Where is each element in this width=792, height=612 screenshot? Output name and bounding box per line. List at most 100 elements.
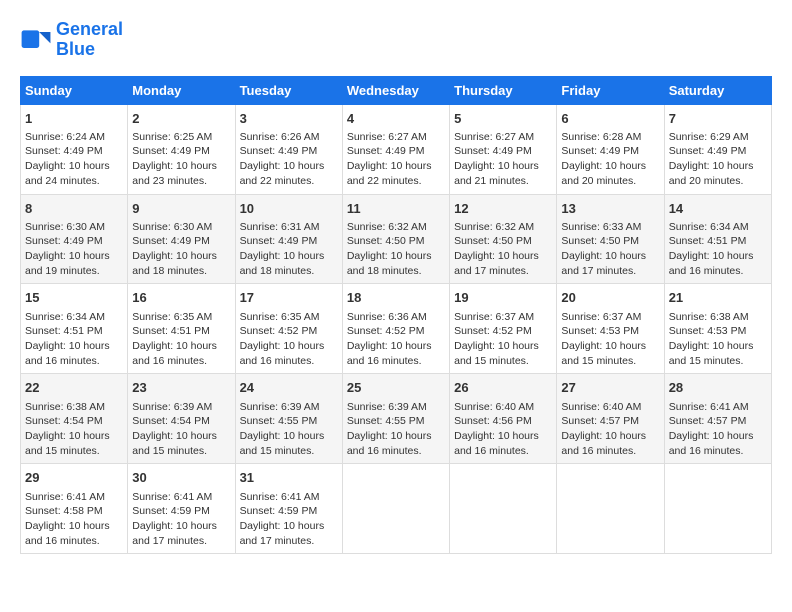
logo: General Blue xyxy=(20,20,123,60)
column-header-sunday: Sunday xyxy=(21,76,128,104)
day-number: 15 xyxy=(25,289,123,307)
week-row-2: 8 Sunrise: 6:30 AMSunset: 4:49 PMDaylight… xyxy=(21,194,772,284)
week-row-1: 1 Sunrise: 6:24 AMSunset: 4:49 PMDaylight… xyxy=(21,104,772,194)
calendar-cell xyxy=(557,464,664,554)
calendar-cell: 30 Sunrise: 6:41 AMSunset: 4:59 PMDayligh… xyxy=(128,464,235,554)
day-info: Sunrise: 6:34 AMSunset: 4:51 PMDaylight:… xyxy=(669,220,767,279)
calendar-cell: 26Sunrise: 6:40 AMSunset: 4:56 PMDayligh… xyxy=(450,374,557,464)
calendar-cell: 24 Sunrise: 6:39 AMSunset: 4:55 PMDayligh… xyxy=(235,374,342,464)
calendar-cell: 8 Sunrise: 6:30 AMSunset: 4:49 PMDaylight… xyxy=(21,194,128,284)
day-info: Sunrise: 6:27 AMSunset: 4:49 PMDaylight:… xyxy=(347,130,445,189)
day-number: 10 xyxy=(240,200,338,218)
day-info: Sunrise: 6:39 AMSunset: 4:55 PMDaylight:… xyxy=(347,400,445,459)
calendar-cell: 11 Sunrise: 6:32 AMSunset: 4:50 PMDayligh… xyxy=(342,194,449,284)
day-number: 4 xyxy=(347,110,445,128)
day-number: 18 xyxy=(347,289,445,307)
day-number: 29 xyxy=(25,469,123,487)
calendar-cell: 10Sunrise: 6:31 AMSunset: 4:49 PMDayligh… xyxy=(235,194,342,284)
calendar-cell: 19 Sunrise: 6:37 AMSunset: 4:52 PMDayligh… xyxy=(450,284,557,374)
column-header-monday: Monday xyxy=(128,76,235,104)
day-info: Sunrise: 6:40 AMSunset: 4:56 PMDaylight:… xyxy=(454,400,552,459)
calendar-cell: 17 Sunrise: 6:35 AMSunset: 4:52 PMDayligh… xyxy=(235,284,342,374)
day-number: 31 xyxy=(240,469,338,487)
header-row: SundayMondayTuesdayWednesdayThursdayFrid… xyxy=(21,76,772,104)
calendar-cell: 6Sunrise: 6:28 AMSunset: 4:49 PMDaylight… xyxy=(557,104,664,194)
day-info: Sunrise: 6:29 AMSunset: 4:49 PMDaylight:… xyxy=(669,130,767,189)
day-info: Sunrise: 6:41 AMSunset: 4:59 PMDaylight:… xyxy=(240,490,338,549)
day-number: 14 xyxy=(669,200,767,218)
day-info: Sunrise: 6:25 AMSunset: 4:49 PMDaylight:… xyxy=(132,130,230,189)
day-number: 23 xyxy=(132,379,230,397)
week-row-3: 15 Sunrise: 6:34 AMSunset: 4:51 PMDayligh… xyxy=(21,284,772,374)
calendar-cell xyxy=(450,464,557,554)
calendar-cell: 15 Sunrise: 6:34 AMSunset: 4:51 PMDayligh… xyxy=(21,284,128,374)
day-number: 1 xyxy=(25,110,123,128)
day-info: Sunrise: 6:33 AMSunset: 4:50 PMDaylight:… xyxy=(561,220,659,279)
calendar-cell: 28 Sunrise: 6:41 AMSunset: 4:57 PMDayligh… xyxy=(664,374,771,464)
day-number: 22 xyxy=(25,379,123,397)
day-info: Sunrise: 6:39 AMSunset: 4:54 PMDaylight:… xyxy=(132,400,230,459)
calendar-cell: 2Sunrise: 6:25 AMSunset: 4:49 PMDaylight… xyxy=(128,104,235,194)
day-info: Sunrise: 6:39 AMSunset: 4:55 PMDaylight:… xyxy=(240,400,338,459)
page-header: General Blue xyxy=(20,20,772,60)
calendar-cell xyxy=(664,464,771,554)
day-number: 19 xyxy=(454,289,552,307)
calendar-cell: 7 Sunrise: 6:29 AMSunset: 4:49 PMDaylight… xyxy=(664,104,771,194)
calendar-table: SundayMondayTuesdayWednesdayThursdayFrid… xyxy=(20,76,772,555)
day-number: 13 xyxy=(561,200,659,218)
calendar-cell: 18 Sunrise: 6:36 AMSunset: 4:52 PMDayligh… xyxy=(342,284,449,374)
calendar-cell: 4 Sunrise: 6:27 AMSunset: 4:49 PMDaylight… xyxy=(342,104,449,194)
day-number: 27 xyxy=(561,379,659,397)
day-number: 17 xyxy=(240,289,338,307)
day-info: Sunrise: 6:40 AMSunset: 4:57 PMDaylight:… xyxy=(561,400,659,459)
calendar-cell: 20 Sunrise: 6:37 AMSunset: 4:53 PMDayligh… xyxy=(557,284,664,374)
logo-icon xyxy=(20,24,52,56)
day-info: Sunrise: 6:41 AMSunset: 4:57 PMDaylight:… xyxy=(669,400,767,459)
calendar-cell xyxy=(342,464,449,554)
day-info: Sunrise: 6:35 AMSunset: 4:52 PMDaylight:… xyxy=(240,310,338,369)
day-number: 11 xyxy=(347,200,445,218)
calendar-cell: 27 Sunrise: 6:40 AMSunset: 4:57 PMDayligh… xyxy=(557,374,664,464)
calendar-cell: 13 Sunrise: 6:33 AMSunset: 4:50 PMDayligh… xyxy=(557,194,664,284)
day-number: 25 xyxy=(347,379,445,397)
day-info: Sunrise: 6:38 AMSunset: 4:54 PMDaylight:… xyxy=(25,400,123,459)
week-row-4: 22 Sunrise: 6:38 AMSunset: 4:54 PMDayligh… xyxy=(21,374,772,464)
day-info: Sunrise: 6:24 AMSunset: 4:49 PMDaylight:… xyxy=(25,130,123,189)
calendar-cell: 23 Sunrise: 6:39 AMSunset: 4:54 PMDayligh… xyxy=(128,374,235,464)
calendar-cell: 25 Sunrise: 6:39 AMSunset: 4:55 PMDayligh… xyxy=(342,374,449,464)
day-info: Sunrise: 6:35 AMSunset: 4:51 PMDaylight:… xyxy=(132,310,230,369)
day-info: Sunrise: 6:38 AMSunset: 4:53 PMDaylight:… xyxy=(669,310,767,369)
day-info: Sunrise: 6:37 AMSunset: 4:53 PMDaylight:… xyxy=(561,310,659,369)
calendar-cell: 9Sunrise: 6:30 AMSunset: 4:49 PMDaylight… xyxy=(128,194,235,284)
day-info: Sunrise: 6:30 AMSunset: 4:49 PMDaylight:… xyxy=(25,220,123,279)
day-number: 28 xyxy=(669,379,767,397)
day-info: Sunrise: 6:32 AMSunset: 4:50 PMDaylight:… xyxy=(347,220,445,279)
week-row-5: 29 Sunrise: 6:41 AMSunset: 4:58 PMDayligh… xyxy=(21,464,772,554)
day-info: Sunrise: 6:36 AMSunset: 4:52 PMDaylight:… xyxy=(347,310,445,369)
day-info: Sunrise: 6:26 AMSunset: 4:49 PMDaylight:… xyxy=(240,130,338,189)
day-info: Sunrise: 6:28 AMSunset: 4:49 PMDaylight:… xyxy=(561,130,659,189)
calendar-cell: 3 Sunrise: 6:26 AMSunset: 4:49 PMDaylight… xyxy=(235,104,342,194)
day-number: 8 xyxy=(25,200,123,218)
day-number: 7 xyxy=(669,110,767,128)
calendar-cell: 29 Sunrise: 6:41 AMSunset: 4:58 PMDayligh… xyxy=(21,464,128,554)
column-header-friday: Friday xyxy=(557,76,664,104)
day-number: 5 xyxy=(454,110,552,128)
column-header-tuesday: Tuesday xyxy=(235,76,342,104)
column-header-wednesday: Wednesday xyxy=(342,76,449,104)
calendar-cell: 31 Sunrise: 6:41 AMSunset: 4:59 PMDayligh… xyxy=(235,464,342,554)
day-number: 30 xyxy=(132,469,230,487)
day-info: Sunrise: 6:41 AMSunset: 4:59 PMDaylight:… xyxy=(132,490,230,549)
day-number: 20 xyxy=(561,289,659,307)
calendar-cell: 22 Sunrise: 6:38 AMSunset: 4:54 PMDayligh… xyxy=(21,374,128,464)
calendar-cell: 21Sunrise: 6:38 AMSunset: 4:53 PMDayligh… xyxy=(664,284,771,374)
logo-text: General Blue xyxy=(56,20,123,60)
calendar-cell: 14 Sunrise: 6:34 AMSunset: 4:51 PMDayligh… xyxy=(664,194,771,284)
day-number: 24 xyxy=(240,379,338,397)
calendar-cell: 5Sunrise: 6:27 AMSunset: 4:49 PMDaylight… xyxy=(450,104,557,194)
day-number: 3 xyxy=(240,110,338,128)
day-info: Sunrise: 6:34 AMSunset: 4:51 PMDaylight:… xyxy=(25,310,123,369)
day-info: Sunrise: 6:37 AMSunset: 4:52 PMDaylight:… xyxy=(454,310,552,369)
day-info: Sunrise: 6:41 AMSunset: 4:58 PMDaylight:… xyxy=(25,490,123,549)
calendar-cell: 16Sunrise: 6:35 AMSunset: 4:51 PMDayligh… xyxy=(128,284,235,374)
